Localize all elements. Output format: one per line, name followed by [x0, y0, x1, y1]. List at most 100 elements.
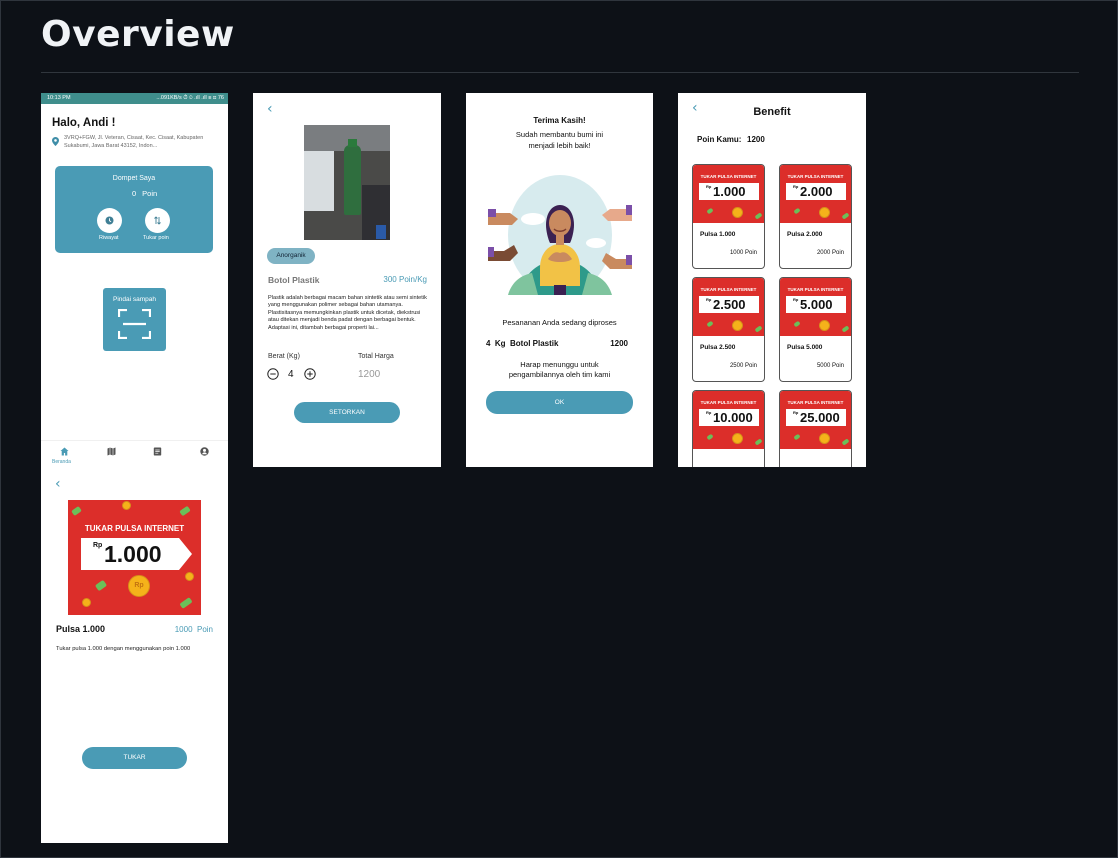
coin-decor — [732, 433, 743, 444]
voucher-image: TUKAR PULSA INTERNET Rp 1.000 Rp — [68, 500, 201, 615]
minus-circle-icon[interactable] — [267, 368, 279, 380]
coin-decor — [185, 572, 194, 581]
total-price-value: 1200 — [358, 369, 381, 380]
points-value: 1200 — [747, 135, 765, 144]
money-decor — [179, 597, 193, 609]
photo-blue-object — [376, 225, 386, 239]
thanks-subtitle: Sudah membantu bumi ini menjadi lebih ba… — [515, 130, 604, 150]
benefit-card-header: TUKAR PULSA INTERNET — [700, 400, 757, 405]
wallet-card: Dompet Saya 0 Poin Riwayat Tukar poin — [55, 166, 213, 253]
money-decor — [706, 320, 714, 328]
submit-button[interactable]: SETORKAN — [294, 402, 400, 423]
benefit-title: Benefit — [753, 106, 791, 118]
plus-circle-icon[interactable] — [304, 368, 316, 380]
benefit-card[interactable]: TUKAR PULSA INTERNET Rp 2.000 Pulsa 2.000 20… — [779, 164, 852, 269]
order-total: 1200 — [610, 339, 628, 348]
benefit-card-header: TUKAR PULSA INTERNET — [700, 174, 757, 179]
title-divider — [41, 72, 1079, 73]
benefit-voucher-image: TUKAR PULSA INTERNET Rp 5.000 — [780, 278, 851, 336]
ok-button[interactable]: OK — [486, 391, 633, 414]
history-button[interactable] — [97, 208, 122, 233]
processing-text: Pesananan Anda sedang diproses — [502, 318, 617, 327]
profile-icon[interactable] — [200, 447, 209, 456]
product-detail-screen: ‹ Anorganik Botol Plastik 300 Poin/Kg Pl… — [253, 93, 441, 467]
coin-decor — [732, 207, 743, 218]
clock-icon — [105, 216, 114, 225]
wallet-points-unit: Poin — [142, 189, 158, 198]
order-summary: 4 Kg Botol Plastik — [486, 339, 559, 348]
benefit-card-header: TUKAR PULSA INTERNET — [787, 287, 844, 292]
benefit-card[interactable]: TUKAR PULSA INTERNET Rp 25.000 — [779, 390, 852, 467]
benefit-card-header: TUKAR PULSA INTERNET — [787, 400, 844, 405]
home-icon[interactable] — [60, 447, 69, 456]
scan-waste-button[interactable]: Pindai sampah — [103, 288, 166, 351]
product-photo — [304, 125, 390, 240]
redeem-button[interactable]: TUKAR — [82, 747, 187, 769]
wallet-points: 0 Poin — [132, 189, 157, 198]
benefit-currency: Rp — [793, 297, 799, 302]
coin-decor — [732, 320, 743, 331]
benefit-currency: Rp — [793, 184, 799, 189]
voucher-currency: Rp — [93, 542, 103, 549]
scan-frame-icon — [118, 309, 151, 339]
coin-decor — [82, 598, 91, 607]
scan-label: Pindai sampah — [113, 296, 156, 303]
thanks-title: Terima Kasih! — [533, 116, 586, 125]
benefit-voucher-image: TUKAR PULSA INTERNET Rp 2.000 — [780, 165, 851, 223]
money-decor — [793, 207, 801, 215]
benefit-card-name: Pulsa 1.000 — [700, 231, 736, 238]
benefit-card-header: TUKAR PULSA INTERNET — [700, 287, 757, 292]
benefit-voucher-image: TUKAR PULSA INTERNET Rp 10.000 — [693, 391, 764, 449]
photo-paper — [304, 151, 334, 211]
benefit-card-name: Pulsa 2.000 — [787, 231, 823, 238]
back-button[interactable]: ‹ — [267, 101, 273, 117]
waiting-text: Harap menunggu untuk pengambilannya oleh… — [508, 360, 611, 379]
benefit-currency: Rp — [793, 410, 799, 415]
benefit-card-points: 2500 Poin — [729, 363, 757, 369]
benefit-card[interactable]: TUKAR PULSA INTERNET Rp 10.000 — [692, 390, 765, 467]
benefit-card[interactable]: TUKAR PULSA INTERNET Rp 1.000 Pulsa 1.000 10… — [692, 164, 765, 269]
money-decor — [754, 325, 763, 333]
product-name: Botol Plastik — [268, 275, 320, 285]
money-decor — [754, 438, 763, 446]
bottom-navbar: Beranda — [41, 440, 228, 468]
benefit-voucher-image: TUKAR PULSA INTERNET Rp 25.000 — [780, 391, 851, 449]
benefit-card-points: 5000 Poin — [816, 363, 844, 369]
coin-decor — [819, 207, 830, 218]
back-button[interactable]: ‹ — [55, 476, 61, 492]
document-icon[interactable] — [153, 447, 162, 456]
benefit-card-header: TUKAR PULSA INTERNET — [787, 174, 844, 179]
redeem-screen: Beranda ‹ TUKAR PULSA INTERNET Rp 1.000 … — [41, 440, 228, 843]
money-decor — [179, 505, 191, 517]
money-decor — [706, 433, 714, 441]
history-label: Riwayat — [99, 235, 119, 241]
money-decor — [706, 207, 714, 215]
status-bar: 10:13 PM ...091KB/s ⏱ ⊙ .ıll .ıll ≋ ⊡ 76 — [41, 93, 228, 104]
benefit-card-name: Pulsa 5.000 — [787, 344, 823, 351]
voucher-amount: 1.000 — [104, 541, 162, 567]
coin-decor: Rp — [128, 575, 150, 597]
redeem-points: 1000 Poin — [174, 625, 213, 634]
exchange-points-button[interactable] — [145, 208, 170, 233]
benefit-card-points: 2000 Poin — [816, 250, 844, 256]
wallet-title: Dompet Saya — [112, 175, 156, 182]
benefit-card[interactable]: TUKAR PULSA INTERNET Rp 2.500 Pulsa 2.500 25… — [692, 277, 765, 382]
benefit-card-name: Pulsa 2.500 — [700, 344, 736, 351]
redeem-product-name: Pulsa 1.000 — [56, 624, 106, 634]
money-decor — [94, 579, 108, 592]
voucher-header: TUKAR PULSA INTERNET — [84, 524, 185, 533]
map-icon[interactable] — [107, 447, 116, 456]
benefit-currency: Rp — [706, 184, 712, 189]
weight-value[interactable]: 4 — [288, 369, 294, 380]
nav-home-label: Beranda — [52, 459, 71, 465]
benefit-card[interactable]: TUKAR PULSA INTERNET Rp 5.000 Pulsa 5.000 50… — [779, 277, 852, 382]
celebration-illustration — [488, 175, 632, 295]
money-decor — [793, 320, 801, 328]
swap-icon — [154, 216, 161, 225]
coin-decor — [819, 320, 830, 331]
product-points: 300 Poin/Kg — [383, 275, 427, 284]
address-text: 3VRQ+FGW, Jl. Veteran, Cisaat, Kec. Cisa… — [64, 135, 204, 149]
coin-decor — [819, 433, 830, 444]
benefit-amount: 1.000 — [713, 184, 746, 199]
benefit-currency: Rp — [706, 410, 712, 415]
